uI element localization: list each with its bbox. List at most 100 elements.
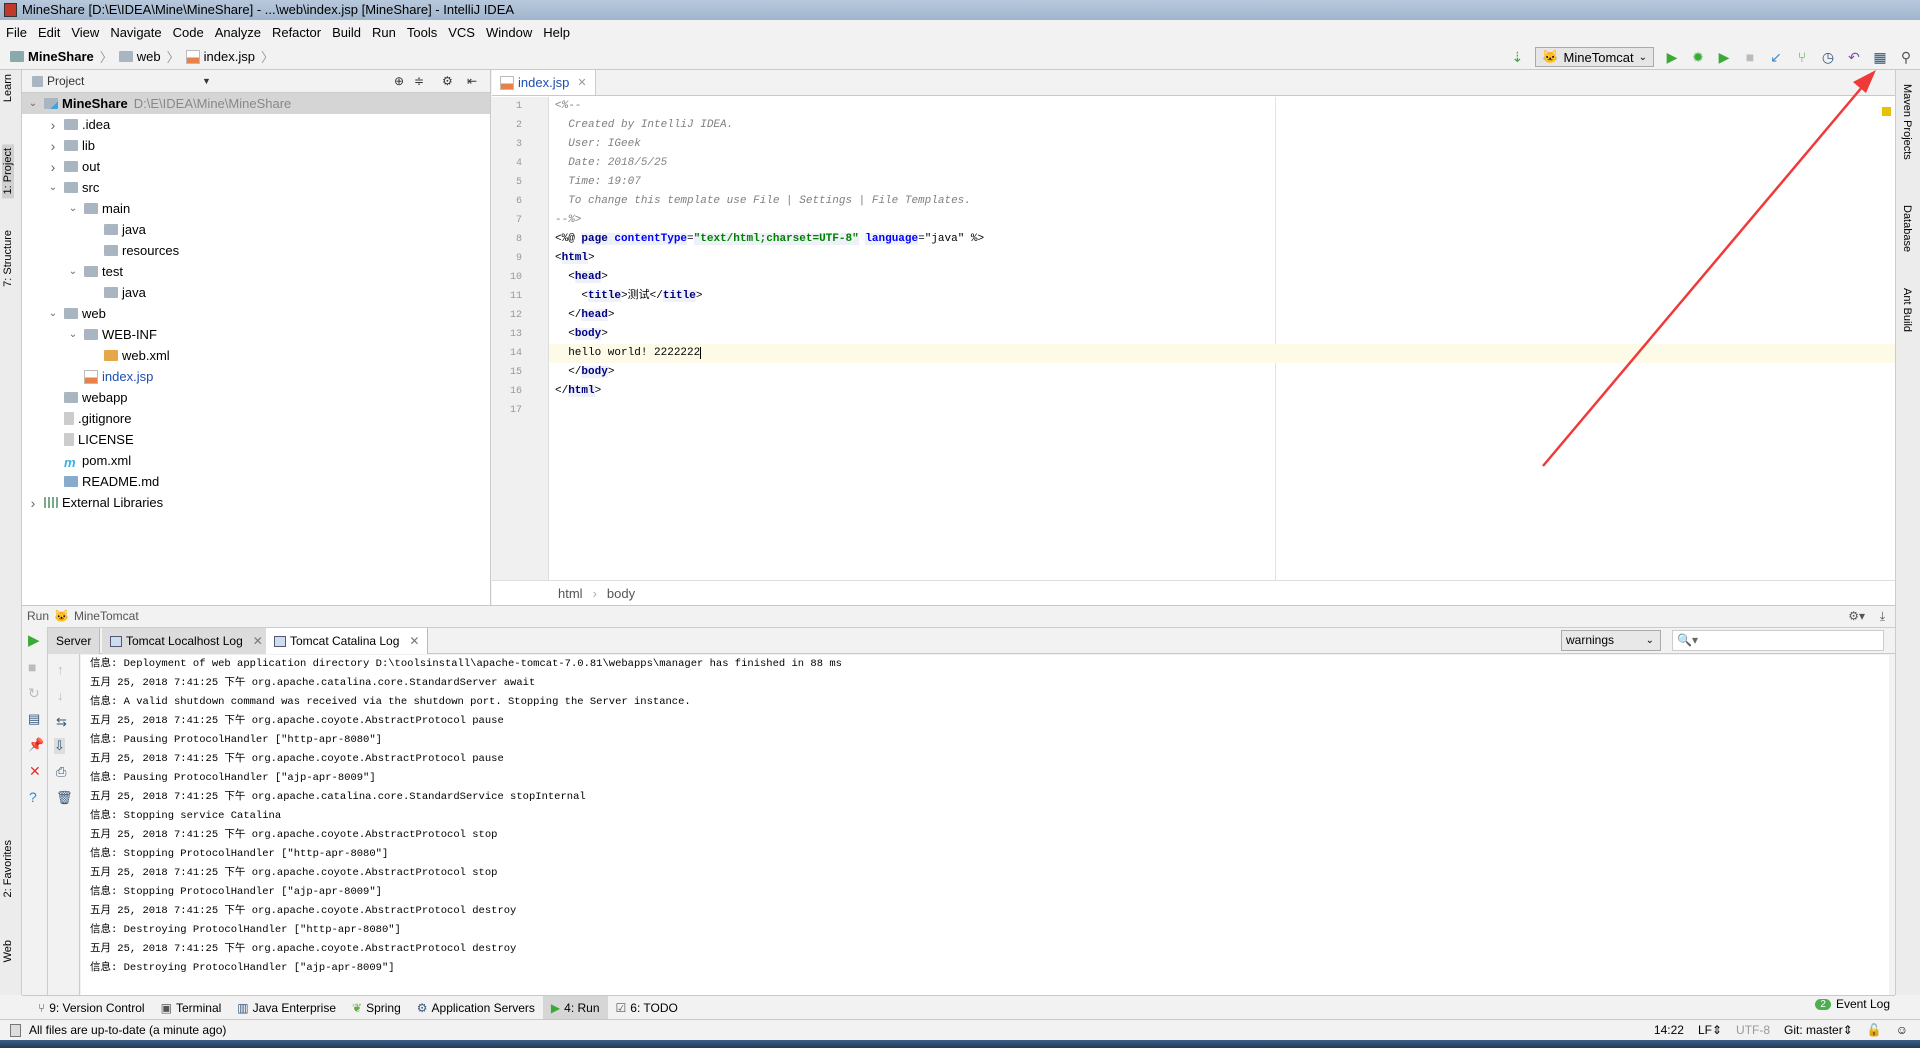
code-line[interactable]: 14 hello world! 2222222 xyxy=(510,344,1895,363)
tree-item[interactable]: web.xml xyxy=(22,345,490,366)
tree-item[interactable]: java xyxy=(22,219,490,240)
hector-icon[interactable]: ☺ xyxy=(1896,1023,1908,1037)
close-icon[interactable]: ✕ xyxy=(409,634,419,648)
layout-icon[interactable]: ▤ xyxy=(28,711,40,727)
tool-window-run[interactable]: ▶ 4: Run xyxy=(542,995,608,1020)
hide-panel-icon[interactable]: ⇤ xyxy=(467,74,477,88)
code-line[interactable]: 16 </html> xyxy=(510,382,1895,401)
stripe-structure[interactable]: 7: Structure xyxy=(2,230,14,287)
menu-code[interactable]: Code xyxy=(173,25,204,40)
code-line[interactable]: 10 <head> xyxy=(510,268,1895,287)
nav-crumb-file[interactable]: index.jsp 〉 xyxy=(185,47,274,66)
tree-item[interactable]: › out xyxy=(22,156,490,177)
code-line[interactable]: 8 <%@ page contentType="text/html;charset… xyxy=(516,230,1895,249)
tree-item[interactable]: LICENSE xyxy=(22,429,490,450)
caret-position[interactable]: 14:22 xyxy=(1654,1023,1684,1037)
nav-crumb-project[interactable]: MineShare 〉 xyxy=(10,47,113,66)
tab-tomcat-catalina-log[interactable]: Tomcat Catalina Log ✕ xyxy=(266,628,429,654)
code-line[interactable]: 7 --%> xyxy=(516,211,1895,230)
chevron-down-icon[interactable]: ⌄ xyxy=(26,98,40,109)
tool-window-terminal[interactable]: ▣ Terminal xyxy=(153,996,230,1020)
stripe-project[interactable]: 1: Project xyxy=(2,144,14,199)
tree-item[interactable]: ⌄ test xyxy=(22,261,490,282)
menu-navigate[interactable]: Navigate xyxy=(110,25,161,40)
code-line[interactable]: 3 User: IGeek xyxy=(516,135,1895,154)
menu-edit[interactable]: Edit xyxy=(38,25,60,40)
scroll-to-end-icon[interactable]: ⇩ xyxy=(54,738,65,754)
tree-item[interactable]: › .idea xyxy=(22,114,490,135)
menu-refactor[interactable]: Refactor xyxy=(272,25,321,40)
tree-item[interactable]: index.jsp xyxy=(22,366,490,387)
file-encoding[interactable]: UTF-8 xyxy=(1736,1023,1770,1037)
scroll-from-source-icon[interactable]: ⊕ xyxy=(394,74,404,88)
code-line[interactable]: 2 Created by IntelliJ IDEA. xyxy=(516,116,1895,135)
event-log-button[interactable]: 2 Event Log xyxy=(1815,997,1890,1011)
stop-icon[interactable]: ■ xyxy=(1742,49,1758,65)
tree-item[interactable]: resources xyxy=(22,240,490,261)
breadcrumb-html[interactable]: html xyxy=(558,586,583,601)
menu-run[interactable]: Run xyxy=(372,25,396,40)
arrow-down-icon[interactable]: ↓ xyxy=(57,688,64,703)
debug-icon[interactable]: ✹ xyxy=(1690,49,1706,65)
menu-view[interactable]: View xyxy=(71,25,99,40)
code-line[interactable]: 13 <body> xyxy=(510,325,1895,344)
stripe-learn[interactable]: Learn xyxy=(2,74,14,102)
code-line[interactable]: 17 xyxy=(510,401,1895,420)
menu-window[interactable]: Window xyxy=(486,25,532,40)
menu-analyze[interactable]: Analyze xyxy=(215,25,261,40)
gear-icon[interactable]: ⚙▾ xyxy=(1848,609,1865,623)
sort-icon[interactable]: ⇣ xyxy=(1509,49,1525,65)
menu-build[interactable]: Build xyxy=(332,25,361,40)
chevron-right-icon[interactable]: › xyxy=(46,117,60,133)
vcs-commit-icon[interactable]: ⑂ xyxy=(1794,49,1810,65)
code-line[interactable]: 1 <%-- xyxy=(516,97,1895,116)
tree-item[interactable]: › lib xyxy=(22,135,490,156)
log-search-input[interactable]: 🔍▾ xyxy=(1672,630,1884,651)
tool-window-todo[interactable]: ☑ 6: TODO xyxy=(608,996,686,1020)
chevron-right-icon[interactable]: › xyxy=(46,138,60,154)
tool-window-applicationservers[interactable]: ⚙ Application Servers xyxy=(409,996,543,1020)
tree-item[interactable]: ⌄ web xyxy=(22,303,490,324)
clear-all-icon[interactable]: 🗑 xyxy=(56,790,73,806)
tree-item[interactable]: .gitignore xyxy=(22,408,490,429)
tool-window-spring[interactable]: ❦ Spring xyxy=(344,996,409,1020)
arrow-up-icon[interactable]: ↑ xyxy=(57,662,64,677)
stripe-favorites[interactable]: 2: Favorites xyxy=(2,840,14,897)
chevron-down-icon[interactable]: ⌄ xyxy=(66,203,80,214)
tree-item[interactable]: README.md xyxy=(22,471,490,492)
status-toggle-icon[interactable] xyxy=(10,1023,21,1037)
tree-item[interactable]: › External Libraries xyxy=(22,492,490,513)
chevron-down-icon[interactable]: ⌄ xyxy=(46,308,60,319)
run-icon[interactable]: ▶ xyxy=(1664,49,1680,65)
tree-item[interactable]: ⌄ main xyxy=(22,198,490,219)
tool-window-javaenterprise[interactable]: ▥ Java Enterprise xyxy=(229,996,344,1020)
revert-icon[interactable]: ↶ xyxy=(1846,49,1862,65)
stripe-database[interactable]: Database xyxy=(1901,205,1913,252)
vcs-branch[interactable]: Git: master⇕ xyxy=(1784,1023,1853,1037)
close-icon[interactable]: ✕ xyxy=(29,763,41,780)
code-line[interactable]: 5 Time: 19:07 xyxy=(516,173,1895,192)
chevron-right-icon[interactable]: › xyxy=(26,495,40,511)
lock-icon[interactable]: 🔓 xyxy=(1867,1023,1882,1037)
close-icon[interactable]: ✕ xyxy=(577,76,586,89)
project-view-select[interactable]: Project xyxy=(47,74,84,88)
search-icon[interactable]: ⚲ xyxy=(1898,49,1914,65)
vcs-update-icon[interactable]: ↙ xyxy=(1768,49,1784,65)
inspection-status-icon[interactable] xyxy=(1882,107,1891,116)
tree-item[interactable]: ⌄ src xyxy=(22,177,490,198)
run-configuration-select[interactable]: 🐱 MineTomcat ⌄ xyxy=(1535,47,1654,67)
nav-crumb-web[interactable]: web 〉 xyxy=(118,47,180,66)
tab-server[interactable]: Server xyxy=(48,628,101,654)
rerun-icon[interactable]: ▶ xyxy=(28,631,40,649)
code-line[interactable]: 4 Date: 2018/5/25 xyxy=(516,154,1895,173)
tree-item[interactable]: m pom.xml xyxy=(22,450,490,471)
soft-wrap-icon[interactable]: ⇆ xyxy=(56,714,67,730)
chevron-down-icon[interactable]: ⌄ xyxy=(66,266,80,277)
vcs-history-icon[interactable]: ◷ xyxy=(1820,49,1836,65)
menu-file[interactable]: File xyxy=(6,25,27,40)
code-line[interactable]: 9 <html> xyxy=(516,249,1895,268)
stripe-ant-build[interactable]: Ant Build xyxy=(1901,288,1913,332)
tool-window-versioncontrol[interactable]: ⑂ 9: Version Control xyxy=(30,996,153,1020)
menu-help[interactable]: Help xyxy=(543,25,570,40)
breadcrumb-body[interactable]: body xyxy=(607,586,635,601)
